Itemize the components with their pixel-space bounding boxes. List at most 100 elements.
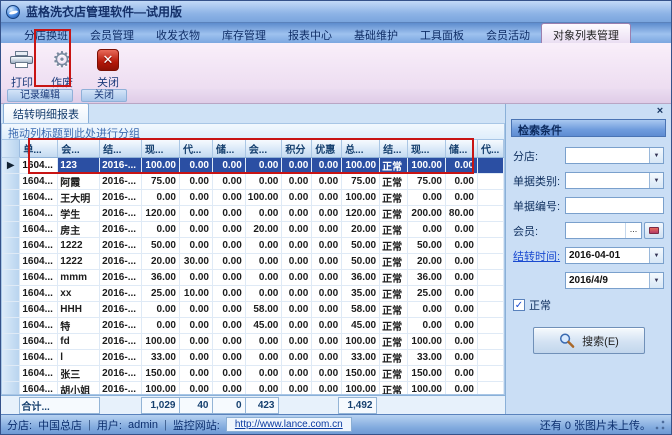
menu-tab-3[interactable]: 库存管理 [211, 23, 277, 43]
menu-tab-4[interactable]: 报表中心 [277, 23, 343, 43]
table-row[interactable]: 1604...学生2016-...120.000.000.000.000.000… [2, 205, 504, 221]
column-header-4[interactable]: 代... [180, 140, 213, 157]
close-button[interactable]: ✕ 关闭 [90, 45, 126, 90]
column-header-5[interactable]: 储... [212, 140, 245, 157]
cell: 0.00 [445, 301, 477, 317]
panel-close-icon[interactable]: × [653, 105, 667, 118]
member-card-button[interactable] [644, 222, 664, 239]
row-indicator[interactable] [2, 269, 20, 285]
resize-grip-icon[interactable] [655, 420, 665, 430]
cell: 0.00 [212, 365, 245, 381]
column-header-7[interactable]: 积分 [282, 140, 312, 157]
site-url-link[interactable]: http://www.lance.com.cn [226, 417, 352, 432]
table-row[interactable]: ▶1604...1232016-...100.000.000.000.000.0… [2, 157, 504, 173]
column-header-3[interactable]: 现... [142, 140, 180, 157]
column-header-0[interactable]: 单... [20, 140, 58, 157]
row-indicator[interactable] [2, 237, 20, 253]
chevron-down-icon[interactable]: ▼ [649, 248, 663, 263]
column-header-10[interactable]: 结... [380, 140, 408, 157]
table-row[interactable]: 1604...胡小姐2016-...100.000.000.000.000.00… [2, 381, 504, 395]
cell: 100.00 [408, 333, 446, 349]
column-header-13[interactable]: 代... [477, 140, 503, 157]
row-indicator[interactable] [2, 301, 20, 317]
table-row[interactable]: 1604...阿霞2016-...75.000.000.000.000.000.… [2, 173, 504, 189]
date-to-select[interactable]: 2016/4/9 ▼ [565, 272, 664, 289]
table-row[interactable]: 1604...xx2016-...25.0010.000.000.000.000… [2, 285, 504, 301]
row-indicator[interactable] [2, 189, 20, 205]
row-indicator[interactable]: ▶ [2, 157, 20, 173]
carryover-time-label[interactable]: 结转时间: [513, 248, 565, 264]
cell: 0.00 [445, 253, 477, 269]
cell: 20.00 [142, 253, 180, 269]
chevron-down-icon[interactable]: ▼ [649, 273, 663, 288]
row-indicator[interactable] [2, 333, 20, 349]
column-header-11[interactable]: 现... [408, 140, 446, 157]
data-grid[interactable]: 单...会...结...现...代...储...会...积分优惠总...结...… [2, 140, 504, 395]
row-indicator[interactable] [2, 205, 20, 221]
table-row[interactable]: 1604...12222016-...50.000.000.000.000.00… [2, 237, 504, 253]
menu-tab-8[interactable]: 对象列表管理 [541, 23, 631, 43]
table-row[interactable]: 1604...fd2016-...100.000.000.000.000.000… [2, 333, 504, 349]
table-row[interactable]: 1604...特2016-...0.000.000.0045.000.000.0… [2, 317, 504, 333]
column-header-6[interactable]: 会... [245, 140, 282, 157]
cell: 2016-... [100, 253, 142, 269]
row-indicator[interactable] [2, 221, 20, 237]
cell [477, 269, 503, 285]
chevron-down-icon[interactable]: ▼ [649, 173, 663, 188]
report-tab[interactable]: 结转明细报表 [3, 103, 89, 123]
row-indicator[interactable] [2, 381, 20, 395]
cell: 0.00 [312, 365, 342, 381]
member-label: 会员: [513, 223, 565, 239]
table-row[interactable]: 1604...王大明2016-...0.000.000.00100.000.00… [2, 189, 504, 205]
cell: 50.00 [142, 237, 180, 253]
row-indicator[interactable] [2, 349, 20, 365]
row-indicator[interactable] [2, 365, 20, 381]
menu-tab-0[interactable]: 分店换班 [13, 23, 79, 43]
table-row[interactable]: 1604...l2016-...33.000.000.000.000.000.0… [2, 349, 504, 365]
cell [477, 253, 503, 269]
cell: 0.00 [312, 253, 342, 269]
cell: 0.00 [212, 269, 245, 285]
column-header-12[interactable]: 储... [445, 140, 477, 157]
column-header-1[interactable]: 会... [58, 140, 100, 157]
row-indicator[interactable] [2, 253, 20, 269]
totals-table: 合计...1,0294004231,492 [1, 397, 500, 414]
cell: 36.00 [408, 269, 446, 285]
cell [477, 221, 503, 237]
chevron-down-icon[interactable]: ▼ [649, 148, 663, 163]
cell: 0.00 [180, 317, 213, 333]
cell: 0.00 [245, 205, 282, 221]
menu-tab-5[interactable]: 基础维护 [343, 23, 409, 43]
branch-select[interactable]: ▼ [565, 147, 664, 164]
menu-tab-2[interactable]: 收发衣物 [145, 23, 211, 43]
table-row[interactable]: 1604...HHH2016-...0.000.000.0058.000.000… [2, 301, 504, 317]
cell: 0.00 [312, 301, 342, 317]
menu-tab-7[interactable]: 会员活动 [475, 23, 541, 43]
column-header-2[interactable]: 结... [100, 140, 142, 157]
void-button[interactable]: ⚙ 作废 [44, 45, 80, 90]
table-row[interactable]: 1604...mmm2016-...36.000.000.000.000.000… [2, 269, 504, 285]
cell: 0.00 [142, 221, 180, 237]
row-indicator[interactable] [2, 285, 20, 301]
table-row[interactable]: 1604...房主2016-...0.000.000.0020.000.000.… [2, 221, 504, 237]
cell: 0.00 [212, 285, 245, 301]
row-indicator[interactable] [2, 173, 20, 189]
print-button[interactable]: 打印 [4, 45, 40, 90]
cell: 123 [58, 157, 100, 173]
cell: 0.00 [245, 333, 282, 349]
doc-type-select[interactable]: ▼ [565, 172, 664, 189]
status-branch-label: 分店: [7, 417, 32, 433]
search-button[interactable]: 搜索(E) [533, 327, 645, 354]
column-header-9[interactable]: 总... [342, 140, 380, 157]
menu-tab-6[interactable]: 工具面板 [409, 23, 475, 43]
member-input[interactable]: ... [565, 222, 642, 239]
date-from-select[interactable]: 2016-04-01 ▼ [565, 247, 664, 264]
doc-no-input[interactable] [565, 197, 664, 214]
normal-checkbox[interactable]: ✓ [513, 299, 525, 311]
column-header-8[interactable]: 优惠 [312, 140, 342, 157]
row-indicator[interactable] [2, 317, 20, 333]
table-row[interactable]: 1604...12222016-...20.0030.000.000.000.0… [2, 253, 504, 269]
table-row[interactable]: 1604...张三2016-...150.000.000.000.000.000… [2, 365, 504, 381]
menu-tab-1[interactable]: 会员管理 [79, 23, 145, 43]
member-lookup-button[interactable]: ... [625, 223, 641, 238]
